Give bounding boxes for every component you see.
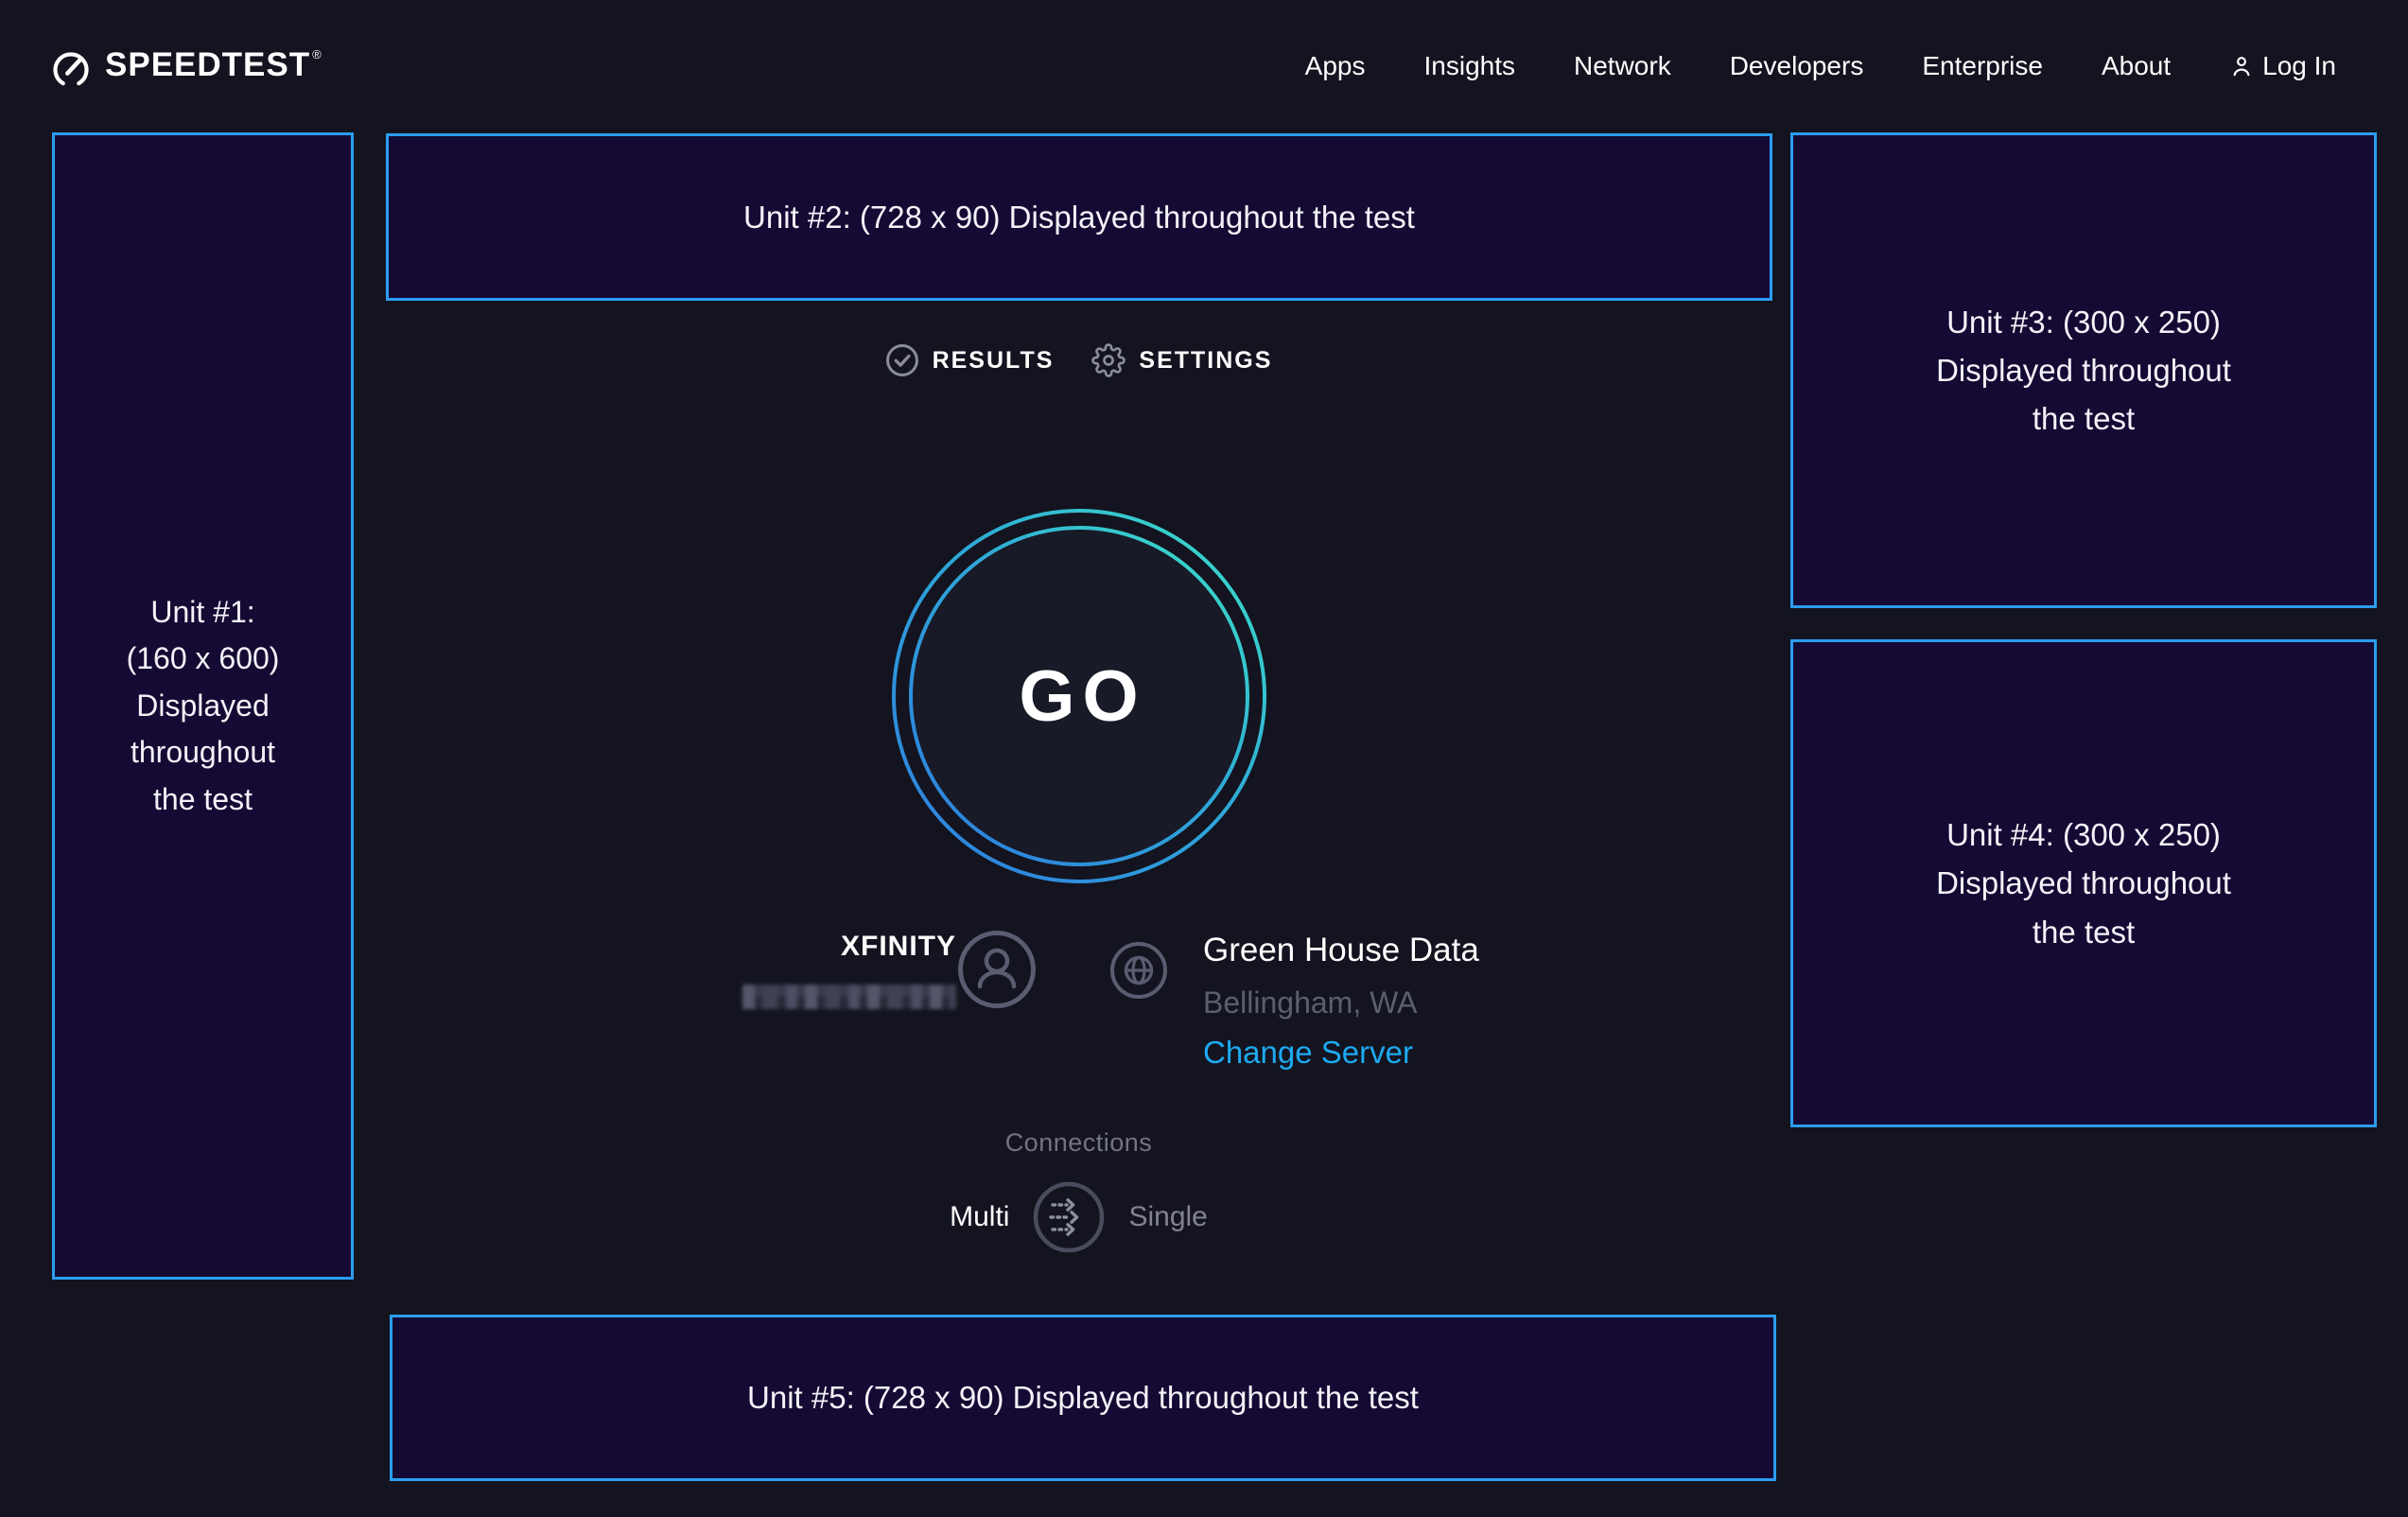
speedtest-page: SPEEDTEST ® Apps Insights Network Develo… bbox=[0, 0, 2408, 1517]
tab-results[interactable]: RESULTS bbox=[885, 343, 1055, 377]
nav-item-login[interactable]: Log In bbox=[2229, 51, 2336, 81]
tab-settings-label: SETTINGS bbox=[1139, 347, 1272, 375]
server-block: Green House Data Bellingham, WA Change S… bbox=[1203, 930, 1479, 1072]
ad-unit-3-label: Unit #3: (300 x 250) Displayed throughou… bbox=[1936, 298, 2231, 443]
connections-label: Connections bbox=[1005, 1128, 1153, 1158]
tab-bar: RESULTS SETTINGS bbox=[360, 341, 1797, 379]
go-button-label: GO bbox=[881, 497, 1278, 895]
ad-unit-5[interactable]: Unit #5: (728 x 90) Displayed throughout… bbox=[390, 1315, 1776, 1481]
connection-info-row: XFINITY Green House Data Bellingham, WA … bbox=[360, 930, 1797, 1090]
nav-item-apps[interactable]: Apps bbox=[1305, 51, 1366, 81]
ad-unit-4[interactable]: Unit #4: (300 x 250) Displayed throughou… bbox=[1790, 639, 2377, 1127]
nav-item-insights[interactable]: Insights bbox=[1424, 51, 1516, 81]
tab-settings[interactable]: SETTINGS bbox=[1091, 343, 1272, 377]
logo-text: SPEEDTEST bbox=[105, 41, 310, 90]
speedtest-main: RESULTS SETTINGS bbox=[360, 132, 1797, 1315]
ad-unit-1[interactable]: Unit #1: (160 x 600) Displayed throughou… bbox=[52, 132, 354, 1280]
globe-icon bbox=[1109, 941, 1168, 1000]
logo[interactable]: SPEEDTEST ® bbox=[50, 41, 322, 92]
nav-item-network[interactable]: Network bbox=[1574, 51, 1671, 81]
ad-unit-4-label: Unit #4: (300 x 250) Displayed throughou… bbox=[1936, 811, 2231, 955]
user-icon bbox=[2229, 54, 2254, 78]
ad-unit-3[interactable]: Unit #3: (300 x 250) Displayed throughou… bbox=[1790, 132, 2377, 608]
gear-icon bbox=[1091, 343, 1125, 377]
connections-section: Connections Multi Single bbox=[360, 1128, 1797, 1254]
go-button[interactable]: GO bbox=[881, 497, 1278, 895]
speedometer-logo-icon bbox=[50, 46, 92, 92]
ad-unit-5-label: Unit #5: (728 x 90) Displayed throughout… bbox=[747, 1373, 1419, 1421]
nav-item-about[interactable]: About bbox=[2102, 51, 2171, 81]
multi-connection-toggle-icon[interactable] bbox=[1032, 1180, 1106, 1254]
person-icon bbox=[957, 930, 1037, 1009]
change-server-link[interactable]: Change Server bbox=[1203, 1034, 1413, 1072]
nav-item-developers[interactable]: Developers bbox=[1730, 51, 1864, 81]
redacted-ip-address bbox=[742, 985, 956, 1009]
ad-unit-1-label: Unit #1: (160 x 600) Displayed throughou… bbox=[127, 589, 280, 824]
connections-multi-option[interactable]: Multi bbox=[950, 1201, 1009, 1233]
tab-results-label: RESULTS bbox=[933, 347, 1055, 375]
connections-toggle-row: Multi Single bbox=[950, 1180, 1208, 1254]
logo-trademark: ® bbox=[312, 48, 322, 61]
isp-block: XFINITY bbox=[720, 930, 956, 1009]
nav-item-enterprise[interactable]: Enterprise bbox=[1922, 51, 2043, 81]
connections-single-option[interactable]: Single bbox=[1128, 1201, 1207, 1233]
login-label: Log In bbox=[2262, 51, 2336, 81]
check-circle-icon bbox=[885, 343, 919, 377]
server-location: Bellingham, WA bbox=[1203, 985, 1417, 1020]
main-nav: Apps Insights Network Developers Enterpr… bbox=[1305, 51, 2336, 81]
server-name: Green House Data bbox=[1203, 930, 1479, 971]
isp-name: XFINITY bbox=[841, 930, 956, 964]
navbar: SPEEDTEST ® Apps Insights Network Develo… bbox=[0, 0, 2408, 132]
